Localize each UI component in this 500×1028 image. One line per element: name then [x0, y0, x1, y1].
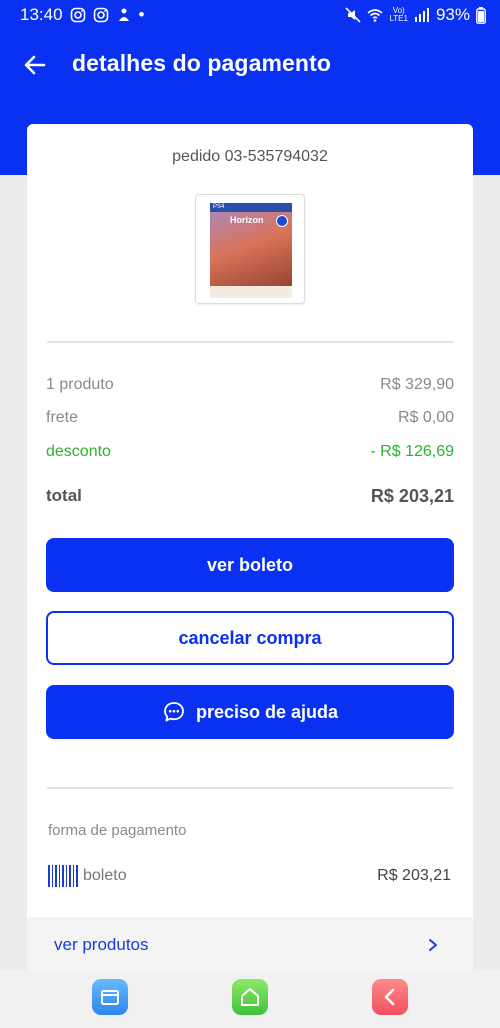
shipping-label: frete	[46, 409, 79, 426]
shipping-value: R$ 0,00	[397, 409, 454, 426]
battery-icon	[476, 6, 486, 24]
back-icon	[384, 988, 395, 1006]
view-products-label: ver produtos	[54, 935, 149, 954]
network-type-label: Vo) LTE1	[389, 6, 408, 23]
instagram-icon	[93, 7, 108, 23]
total-label: total	[46, 486, 82, 505]
recent-apps-button[interactable]	[92, 979, 128, 1015]
payment-method-name: boleto	[83, 867, 127, 884]
status-time: 13:40	[20, 5, 63, 24]
back-arrow-icon[interactable]	[22, 52, 48, 78]
product-thumbnail[interactable]: PS4 Horizon	[195, 194, 305, 304]
chevron-right-icon	[429, 939, 437, 951]
battery-level: 93%	[435, 5, 470, 24]
divider	[47, 341, 453, 343]
products-label: 1 produto	[46, 376, 114, 393]
need-help-button[interactable]: preciso de ajuda	[46, 685, 454, 739]
more-notifications-dot-icon: •	[138, 5, 145, 24]
home-button[interactable]	[232, 979, 268, 1015]
payment-amount: R$ 203,21	[377, 867, 451, 884]
chat-bubble-icon	[164, 702, 184, 722]
page-title: detalhes do pagamento	[72, 50, 331, 76]
mute-icon	[345, 7, 362, 23]
signal-icon	[414, 8, 429, 22]
playstation-logo-icon	[276, 215, 288, 227]
cancel-purchase-button[interactable]: cancelar compra	[46, 611, 454, 665]
view-products-link[interactable]: ver produtos	[27, 917, 473, 974]
summary-row-shipping: frete R$ 0,00	[46, 409, 454, 431]
game-cover-image: PS4 Horizon	[210, 203, 292, 298]
divider	[47, 787, 453, 789]
payment-method-row: boleto R$ 203,21	[48, 864, 451, 890]
cover-title-logo: Horizon	[230, 215, 264, 225]
cover-bottom-strip	[210, 286, 292, 298]
barcode-icon	[48, 865, 78, 887]
ps4-band: PS4	[210, 203, 292, 212]
app-bar: detalhes do pagamento	[0, 40, 500, 90]
summary-row-total: total R$ 203,21	[46, 486, 454, 508]
payment-method-heading: forma de pagamento	[48, 822, 187, 839]
notification-app-icon	[118, 8, 129, 21]
summary-row-products: 1 produto R$ 329,90	[46, 376, 454, 398]
view-boleto-label: ver boleto	[206, 554, 294, 575]
instagram-icon	[70, 7, 85, 23]
system-navigation-bar	[0, 970, 500, 1028]
payment-details-card: pedido 03-535794032 PS4 Horizon 1 produt…	[27, 124, 473, 974]
recent-apps-icon	[101, 990, 119, 1005]
home-icon	[241, 988, 259, 1006]
discount-value: - R$ 126,69	[370, 443, 454, 460]
discount-label: desconto	[46, 443, 111, 460]
status-bar: 13:40 • Vo) LTE1 93%	[0, 0, 500, 30]
order-id: pedido 03-535794032	[172, 148, 328, 165]
view-boleto-button[interactable]: ver boleto	[46, 538, 454, 592]
back-button[interactable]	[372, 979, 408, 1015]
wifi-icon	[367, 9, 383, 22]
products-value: R$ 329,90	[380, 376, 454, 393]
total-value: R$ 203,21	[370, 486, 454, 506]
need-help-label: preciso de ajuda	[195, 701, 339, 722]
summary-row-discount: desconto - R$ 126,69	[46, 443, 454, 465]
cancel-purchase-label: cancelar compra	[178, 627, 322, 648]
